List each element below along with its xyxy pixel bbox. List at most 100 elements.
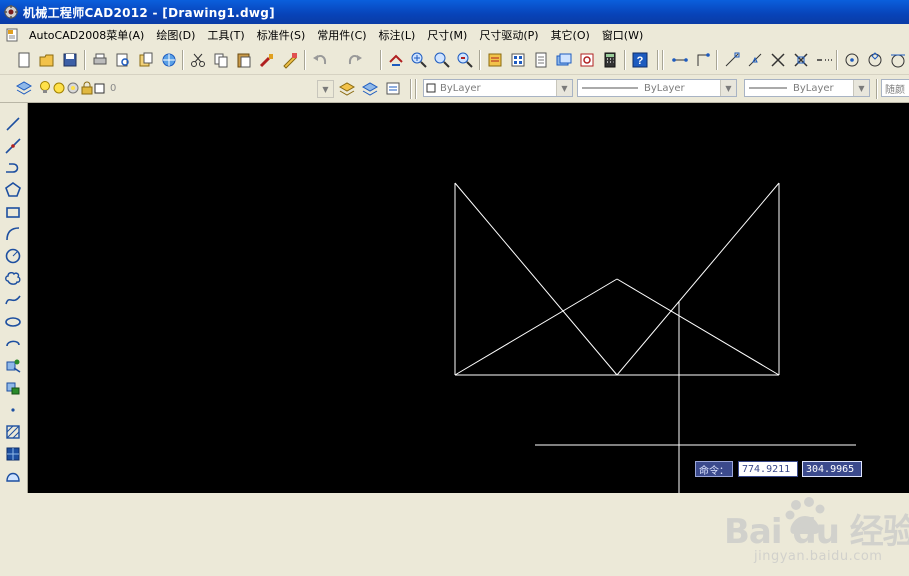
help-icon[interactable]: ? xyxy=(630,50,650,70)
drawing-geometry xyxy=(454,182,856,493)
chevron-down-icon[interactable]: ▼ xyxy=(720,80,736,96)
snap-midpoint-icon[interactable] xyxy=(745,50,765,70)
revision-cloud-icon[interactable] xyxy=(3,268,23,288)
diagonal-right-down xyxy=(616,182,780,376)
print-preview-icon[interactable] xyxy=(113,50,133,70)
dim-linear-icon[interactable] xyxy=(670,50,690,70)
calculator-icon[interactable] xyxy=(600,50,620,70)
watermark-url: jingyan.baidu.com xyxy=(754,549,883,564)
layer-manager-icon[interactable] xyxy=(14,78,34,98)
polygon-icon[interactable] xyxy=(3,180,23,200)
menu-draw[interactable]: 绘图(D) xyxy=(150,27,201,43)
paste-icon[interactable] xyxy=(234,50,254,70)
ellipse-icon[interactable] xyxy=(3,312,23,332)
menu-common-parts[interactable]: 常用件(C) xyxy=(311,27,372,43)
linetype-dropdown[interactable]: ByLayer ▼ xyxy=(577,79,737,97)
plotstyle-dropdown[interactable]: 随颜 xyxy=(881,79,909,97)
circle-icon[interactable] xyxy=(3,246,23,266)
color-value: ByLayer xyxy=(440,82,481,94)
roof-right-slope xyxy=(616,278,780,376)
chevron-down-icon[interactable]: ▼ xyxy=(853,80,869,96)
construction-line-icon[interactable] xyxy=(3,136,23,156)
snap-extension-icon[interactable] xyxy=(814,50,834,70)
line-icon[interactable] xyxy=(3,114,23,134)
save-icon[interactable] xyxy=(60,50,80,70)
markup-icon[interactable] xyxy=(577,50,597,70)
rectangle-icon[interactable] xyxy=(3,202,23,222)
command-prompt-label: 命令： xyxy=(695,461,733,477)
menu-standard-parts[interactable]: 标准件(S) xyxy=(251,27,312,43)
properties-icon[interactable] xyxy=(485,50,505,70)
chevron-down-icon[interactable]: ▼ xyxy=(317,80,334,98)
make-layer-current-icon[interactable] xyxy=(337,78,357,98)
lineweight-sample-icon xyxy=(749,87,787,89)
design-center-icon[interactable] xyxy=(508,50,528,70)
snap-apparent-intersection-icon[interactable] xyxy=(791,50,811,70)
layer-color-swatch-icon xyxy=(94,83,105,94)
open-file-icon[interactable] xyxy=(37,50,57,70)
snap-center-icon[interactable] xyxy=(842,50,862,70)
publish-web-icon[interactable] xyxy=(159,50,179,70)
sheet-set-icon[interactable] xyxy=(554,50,574,70)
zoom-realtime-icon[interactable] xyxy=(409,50,429,70)
color-swatch-icon xyxy=(426,83,436,93)
color-dropdown[interactable]: ByLayer ▼ xyxy=(423,79,573,97)
insert-block-icon[interactable] xyxy=(3,356,23,376)
snap-quadrant-icon[interactable] xyxy=(865,50,885,70)
match-properties-icon[interactable] xyxy=(257,50,277,70)
layer-states-icon[interactable] xyxy=(383,78,403,98)
drawing-canvas[interactable]: Bai du 经验 jingyan.baidu.com 命令： 774.9211… xyxy=(28,103,909,564)
coordinate-y-input[interactable]: 304.9965 xyxy=(802,461,862,477)
menu-dimension-driven[interactable]: 尺寸驱动(P) xyxy=(473,27,544,43)
ellipse-arc-icon[interactable] xyxy=(3,334,23,354)
cut-icon[interactable] xyxy=(188,50,208,70)
baidu-watermark: Bai du 经验 jingyan.baidu.com xyxy=(724,496,909,576)
undo-icon[interactable] xyxy=(310,50,330,70)
redo-icon[interactable] xyxy=(345,50,365,70)
layer-previous-icon[interactable] xyxy=(360,78,380,98)
document-icon[interactable] xyxy=(4,27,20,43)
copy-icon[interactable] xyxy=(211,50,231,70)
print-icon[interactable] xyxy=(90,50,110,70)
menu-other[interactable]: 其它(O) xyxy=(545,27,596,43)
snap-intersection-icon[interactable] xyxy=(768,50,788,70)
lightbulb-icon xyxy=(40,81,50,93)
zoom-previous-icon[interactable] xyxy=(455,50,475,70)
snap-tangent-icon[interactable] xyxy=(888,50,908,70)
svg-text:?: ? xyxy=(637,55,644,67)
block-editor-icon[interactable] xyxy=(280,50,300,70)
menu-bar: AutoCAD2008菜单(A) 绘图(D) 工具(T) 标准件(S) 常用件(… xyxy=(0,24,909,45)
arc-icon[interactable] xyxy=(3,224,23,244)
polyline-icon[interactable] xyxy=(3,158,23,178)
publish-icon[interactable] xyxy=(136,50,156,70)
point-icon[interactable] xyxy=(3,400,23,420)
linetype-sample-icon xyxy=(582,87,638,89)
layer-dropdown[interactable]: 0 ▼ xyxy=(37,79,335,98)
viewport-freeze-icon xyxy=(67,82,79,94)
plotstyle-value: 随颜 xyxy=(885,84,905,96)
make-block-icon[interactable] xyxy=(3,378,23,398)
new-file-icon[interactable] xyxy=(14,50,34,70)
layers-toolbar: 0 ▼ ByLayer ▼ ByLayer ▼ ByLayer ▼ 随颜 xyxy=(0,75,909,103)
menu-autocad2008[interactable]: AutoCAD2008菜单(A) xyxy=(23,27,150,43)
lock-icon xyxy=(81,81,93,95)
standard-toolbar: ? xyxy=(0,46,909,75)
menu-tools[interactable]: 工具(T) xyxy=(201,27,250,43)
spline-icon[interactable] xyxy=(3,290,23,310)
menu-window[interactable]: 窗口(W) xyxy=(596,27,649,43)
dim-ordinate-icon[interactable] xyxy=(693,50,713,70)
gradient-icon[interactable] xyxy=(3,444,23,464)
tool-palettes-icon[interactable] xyxy=(531,50,551,70)
menu-dimension[interactable]: 尺寸(M) xyxy=(421,27,473,43)
hatch-icon[interactable] xyxy=(3,422,23,442)
menu-annotate[interactable]: 标注(L) xyxy=(373,27,422,43)
region-icon[interactable] xyxy=(3,466,23,486)
lineweight-dropdown[interactable]: ByLayer ▼ xyxy=(744,79,870,97)
pan-realtime-icon[interactable] xyxy=(386,50,406,70)
snap-endpoint-icon[interactable] xyxy=(722,50,742,70)
app-icon[interactable] xyxy=(3,4,19,20)
chevron-down-icon[interactable]: ▼ xyxy=(556,80,572,96)
lineweight-value: ByLayer xyxy=(793,82,834,94)
coordinate-x-input[interactable]: 774.9211 xyxy=(738,461,798,477)
zoom-window-icon[interactable] xyxy=(432,50,452,70)
